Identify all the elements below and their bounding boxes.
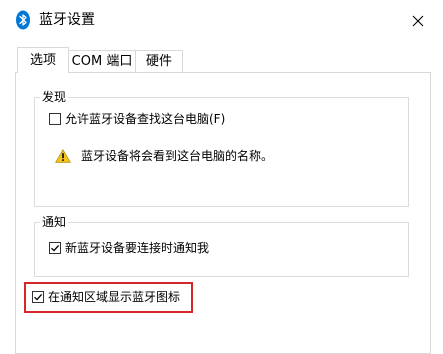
tab-com-ports[interactable]: COM 端口 — [67, 50, 137, 72]
checkmark-icon — [51, 244, 60, 252]
tab-strip: 选项 COM 端口 硬件 — [0, 47, 443, 73]
discovery-warning: 蓝牙设备将会看到这台电脑的名称。 — [55, 148, 273, 164]
notify-new-device-label: 新蓝牙设备要连接时通知我 — [65, 241, 210, 255]
discovery-legend: 发现 — [40, 89, 69, 105]
allow-discovery-checkbox-row[interactable]: 允许蓝牙设备查找这台电脑(F) — [49, 111, 225, 127]
notify-new-device-checkbox-row[interactable]: 新蓝牙设备要连接时通知我 — [49, 240, 209, 256]
bluetooth-icon — [15, 10, 31, 30]
notify-new-device-checkbox[interactable] — [49, 242, 61, 254]
warning-icon — [55, 149, 71, 163]
notify-legend: 通知 — [40, 214, 69, 230]
options-panel: 发现 允许蓝牙设备查找这台电脑(F) 蓝牙设备将会看到这台电脑的名称。 通知 新… — [15, 72, 431, 354]
bluetooth-settings-dialog: 蓝牙设置 选项 COM 端口 硬件 发现 允许蓝牙设备查找这台电脑(F) 蓝牙设… — [0, 0, 443, 354]
allow-discovery-checkbox[interactable] — [49, 113, 61, 125]
tab-options[interactable]: 选项 — [17, 47, 69, 73]
notify-group: 通知 新蓝牙设备要连接时通知我 — [34, 214, 409, 277]
tab-hardware[interactable]: 硬件 — [135, 50, 183, 72]
highlight-box — [24, 282, 193, 313]
window-title: 蓝牙设置 — [39, 12, 95, 28]
close-button[interactable] — [404, 8, 432, 34]
allow-discovery-label: 允许蓝牙设备查找这台电脑(F) — [65, 112, 226, 126]
title-bar: 蓝牙设置 — [0, 0, 443, 40]
close-icon — [412, 15, 424, 27]
warning-text: 蓝牙设备将会看到这台电脑的名称。 — [81, 149, 274, 163]
discovery-group: 发现 允许蓝牙设备查找这台电脑(F) 蓝牙设备将会看到这台电脑的名称。 — [34, 89, 409, 207]
